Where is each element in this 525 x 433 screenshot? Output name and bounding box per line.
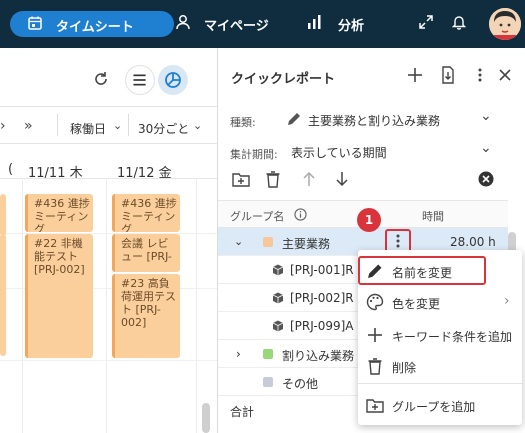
menu-item-delete[interactable]: 削除 xyxy=(358,351,522,381)
list-icon xyxy=(133,74,146,86)
analysis-nav-item[interactable]: 分析 xyxy=(338,15,364,34)
group-name: 主要業務 xyxy=(282,237,331,251)
group-name: その他 xyxy=(282,377,319,391)
period-label: 集計期間: xyxy=(230,148,278,161)
more-vertical-icon[interactable] xyxy=(471,66,489,84)
event-text: #23 高負荷運用テスト [PRJ-002] xyxy=(121,277,176,329)
timesheet-calendar: › » 稼働日 ⌄ 30分ごと ⌄ ( 11/11 木 11/12 金 #436… xyxy=(0,48,217,433)
divider xyxy=(0,178,217,179)
menu-item-add-keyword[interactable]: キーワード条件を追加 xyxy=(358,320,522,350)
user-avatar[interactable] xyxy=(489,8,521,40)
time-column: 時間 xyxy=(422,210,444,223)
divider xyxy=(0,143,217,144)
add-folder-icon xyxy=(366,399,384,413)
group-color-swatch xyxy=(263,377,273,387)
plus-icon[interactable] xyxy=(406,66,424,84)
menu-item-add-group[interactable]: グループを追加 xyxy=(358,390,522,420)
event-block[interactable]: #436 進捗ミーティング xyxy=(112,194,180,232)
chevron-down-icon: ⌄ xyxy=(193,119,203,132)
event-block[interactable]: 会議 レビュー [PRJ- xyxy=(112,234,180,272)
menu-divider xyxy=(358,383,522,384)
person-icon xyxy=(176,15,190,30)
rename-highlight xyxy=(358,256,486,285)
pencil-icon xyxy=(288,113,300,125)
close-icon[interactable] xyxy=(496,66,514,84)
type-select[interactable]: 主要業務と割り込み業務 xyxy=(308,112,440,129)
chevron-down-icon[interactable]: ⌄ xyxy=(480,140,492,156)
calendar-icon xyxy=(28,16,42,30)
event-text: #22 非機能テスト [PRJ-002] xyxy=(34,237,85,276)
step-callout-badge: 1 xyxy=(357,208,381,232)
chevron-down-icon: ⌄ xyxy=(113,119,123,132)
total-label: 合計 xyxy=(230,405,255,419)
project-icon xyxy=(272,264,284,276)
menu-item-label: 色を変更 xyxy=(392,297,441,311)
collapse-chevron-icon[interactable]: ⌄ xyxy=(234,235,243,248)
timesheet-label: タイムシート xyxy=(56,20,134,35)
bell-icon[interactable] xyxy=(451,14,467,30)
event-block[interactable] xyxy=(0,234,6,356)
group-color-swatch xyxy=(263,237,273,247)
menu-item-change-color[interactable]: 色を変更 › xyxy=(358,287,522,317)
workday-selector[interactable]: 稼働日 xyxy=(70,120,106,137)
toolbar-divider xyxy=(0,106,217,107)
period-select[interactable]: 表示している期間 xyxy=(291,144,387,161)
arrow-up-icon[interactable] xyxy=(300,170,318,188)
menu-item-label: 削除 xyxy=(392,361,417,375)
group-time: 28.00 h xyxy=(450,235,496,249)
group-name: 割り込み業務 xyxy=(282,349,355,363)
submenu-chevron-icon: › xyxy=(504,293,510,309)
timesheet-nav-button[interactable]: タイムシート xyxy=(10,11,174,37)
trash-icon xyxy=(368,358,382,375)
interval-selector[interactable]: 30分ごと xyxy=(138,120,189,137)
chevron-right-icon[interactable]: › xyxy=(0,118,6,134)
arrow-down-icon[interactable] xyxy=(333,170,351,188)
palette-icon xyxy=(366,293,384,311)
menu-item-label: グループを追加 xyxy=(392,400,476,414)
grid-line xyxy=(196,178,197,433)
pie-chart-icon xyxy=(165,72,181,88)
project-name: [PRJ-001]R xyxy=(290,263,354,277)
info-icon[interactable] xyxy=(294,208,307,221)
more-vertical-icon[interactable] xyxy=(390,232,406,250)
project-name: [PRJ-002]R xyxy=(290,291,354,305)
panel-title: クイックレポート xyxy=(231,72,336,87)
double-chevron-right-icon[interactable]: » xyxy=(24,118,33,134)
bar-chart-icon xyxy=(308,15,321,29)
event-block[interactable]: #22 非機能テスト [PRJ-002] xyxy=(25,234,93,358)
export-icon[interactable] xyxy=(439,66,457,84)
divider xyxy=(128,114,129,136)
event-block[interactable]: #23 高負荷運用テスト [PRJ-002] xyxy=(112,274,180,358)
group-color-swatch xyxy=(263,349,273,359)
add-folder-icon[interactable] xyxy=(232,170,250,188)
event-text: #436 進捗ミーティング xyxy=(34,197,90,232)
grid-line xyxy=(22,178,23,433)
project-icon xyxy=(272,292,284,304)
event-text: 会議 レビュー [PRJ- xyxy=(121,237,172,263)
divider xyxy=(57,114,58,136)
expand-icon[interactable] xyxy=(418,14,434,30)
event-text: #436 進捗ミーティング xyxy=(121,197,177,232)
chevron-down-icon[interactable]: ⌄ xyxy=(480,108,492,124)
event-block[interactable]: #436 進捗ミーティング xyxy=(25,194,93,232)
refresh-icon[interactable] xyxy=(92,70,110,88)
calendar-scrollbar[interactable] xyxy=(202,403,210,433)
expand-chevron-icon[interactable]: › xyxy=(236,347,241,361)
mypage-nav-item[interactable]: マイページ xyxy=(204,15,269,34)
plus-icon xyxy=(368,328,382,342)
day-header-prev: ( xyxy=(8,162,14,177)
group-name-column: グループ名 xyxy=(230,210,285,223)
trash-icon[interactable] xyxy=(264,170,282,188)
grid-line xyxy=(106,178,107,433)
grid-line xyxy=(0,360,217,361)
type-label: 種類: xyxy=(230,116,256,129)
list-view-button[interactable] xyxy=(125,65,155,95)
menu-item-label: キーワード条件を追加 xyxy=(392,330,513,344)
clear-icon[interactable] xyxy=(477,170,495,188)
event-block[interactable] xyxy=(0,194,6,236)
project-name: [PRJ-099]A xyxy=(290,319,354,333)
chart-view-button[interactable] xyxy=(158,65,188,95)
project-icon xyxy=(272,320,284,332)
top-navigation-bar: タイムシート マイページ 分析 xyxy=(0,0,525,48)
